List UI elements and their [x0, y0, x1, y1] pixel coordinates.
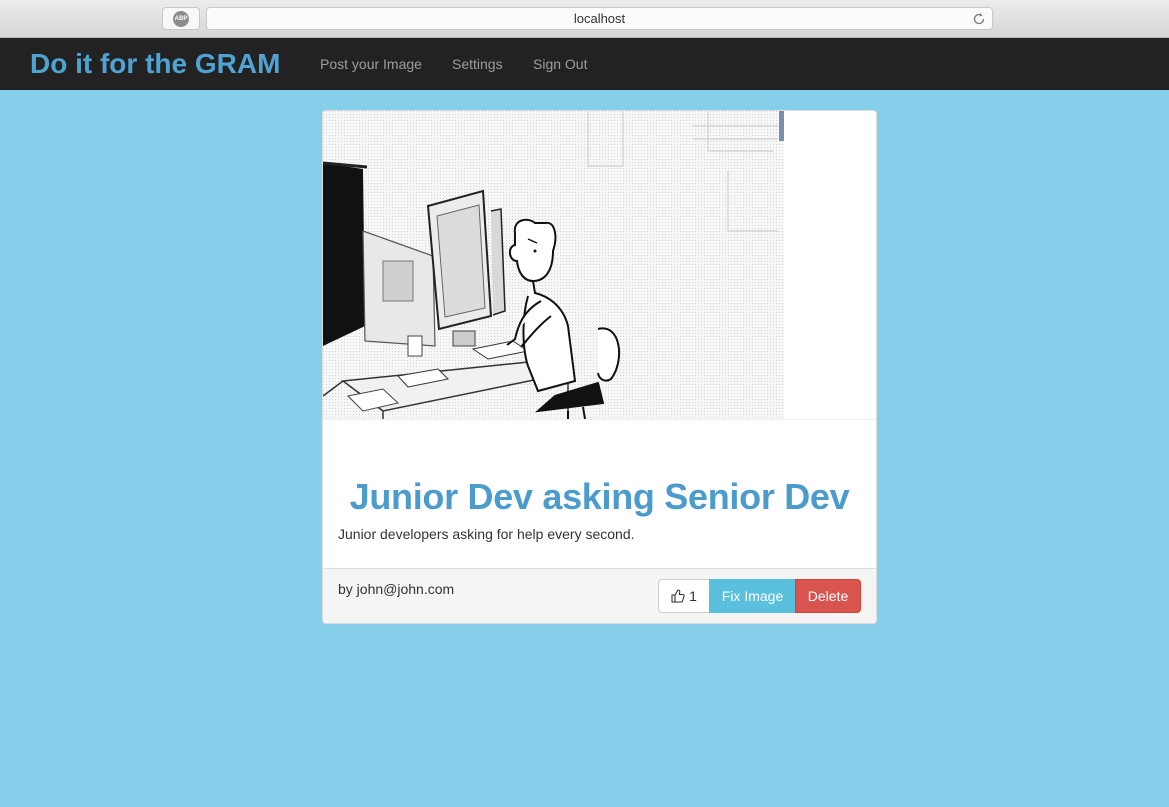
- nav-sign-out[interactable]: Sign Out: [533, 38, 587, 90]
- brand-link[interactable]: Do it for the GRAM: [30, 38, 280, 90]
- nav-settings[interactable]: Settings: [452, 38, 503, 90]
- nav-post-image[interactable]: Post your Image: [320, 38, 422, 90]
- delete-button[interactable]: Delete: [795, 579, 861, 613]
- image-divider: [323, 419, 876, 420]
- like-button[interactable]: 1: [658, 579, 710, 613]
- post-author: by john@john.com: [338, 581, 455, 597]
- url-text: localhost: [573, 11, 626, 26]
- fix-image-button[interactable]: Fix Image: [709, 579, 796, 613]
- reload-icon[interactable]: [972, 12, 986, 26]
- post-image: [323, 111, 784, 419]
- thumbs-up-icon: [671, 589, 685, 603]
- like-count: 1: [689, 588, 697, 604]
- post-title: Junior Dev asking Senior Dev: [349, 476, 850, 517]
- adblock-icon: ABP: [173, 11, 189, 27]
- address-bar[interactable]: localhost: [206, 7, 993, 30]
- post-description: Junior developers asking for help every …: [338, 526, 635, 542]
- post-footer: by john@john.com 1 Fix Image Delete: [323, 568, 876, 623]
- adblock-button[interactable]: ABP: [162, 7, 200, 30]
- post-card: Junior Dev asking Senior Dev Junior deve…: [322, 110, 877, 624]
- navbar: Do it for the GRAM Post your Image Setti…: [0, 38, 1169, 90]
- browser-toolbar: ABP localhost: [0, 0, 1169, 38]
